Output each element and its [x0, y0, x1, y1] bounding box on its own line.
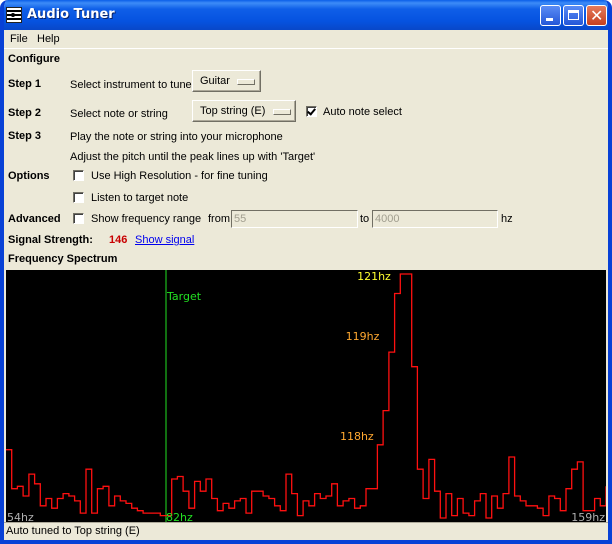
signal-strength-label: Signal Strength:: [8, 234, 93, 246]
status-bar: Auto tuned to Top string (E): [4, 522, 608, 540]
target-freq-label: 82hz: [166, 511, 193, 522]
frequency-spectrum-plot: Target 121hz 119hz 118hz 54hz 82hz 159hz: [6, 270, 606, 522]
status-text: Auto tuned to Top string (E): [6, 525, 140, 537]
max-freq-label: 159hz: [571, 511, 605, 522]
peak-label-118: 118hz: [340, 430, 374, 443]
configure-heading: Configure: [8, 53, 60, 65]
peak-label-121: 121hz: [357, 270, 391, 283]
dropdown-icon: [273, 109, 291, 115]
advanced-label: Advanced: [8, 213, 61, 225]
high-res-checkbox[interactable]: [73, 170, 84, 181]
min-freq-label: 54hz: [7, 511, 34, 522]
peak-label-119: 119hz: [346, 330, 380, 343]
step3-line1: Play the note or string into your microp…: [70, 131, 283, 143]
dropdown-icon: [237, 79, 255, 85]
app-window: Audio Tuner ✕ File Help Configure Step 1…: [0, 0, 612, 544]
instrument-select[interactable]: Guitar: [192, 70, 261, 92]
from-label: from: [208, 213, 230, 225]
minimize-button[interactable]: [540, 5, 561, 26]
high-res-label[interactable]: Use High Resolution - for fine tuning: [91, 170, 268, 182]
auto-note-label[interactable]: Auto note select: [323, 106, 402, 118]
from-field[interactable]: [231, 210, 358, 228]
step2-label: Step 2: [8, 107, 42, 119]
step1-label: Step 1: [8, 78, 42, 90]
target-label: Target: [166, 290, 202, 303]
note-value: Top string (E): [200, 105, 266, 117]
menu-bar: File Help: [4, 30, 608, 49]
show-signal-link[interactable]: Show signal: [135, 234, 194, 246]
window-title: Audio Tuner: [27, 7, 115, 22]
menu-help[interactable]: Help: [37, 33, 60, 45]
signal-strength-value: 146: [109, 234, 128, 246]
maximize-icon: [568, 10, 579, 20]
step3-line2: Adjust the pitch until the peak lines up…: [70, 151, 316, 163]
step2-text: Select note or string: [70, 108, 168, 120]
spectrum-heading: Frequency Spectrum: [8, 253, 118, 265]
options-label: Options: [8, 170, 50, 182]
show-range-label[interactable]: Show frequency range: [91, 213, 201, 225]
to-label: to: [360, 213, 370, 225]
maximize-button[interactable]: [563, 5, 584, 26]
minimize-icon: [546, 18, 553, 21]
step1-text: Select instrument to tune: [70, 79, 192, 91]
show-range-checkbox[interactable]: [73, 213, 84, 224]
to-field[interactable]: [372, 210, 498, 228]
auto-note-checkbox[interactable]: [306, 106, 317, 117]
listen-checkbox[interactable]: [73, 192, 84, 203]
spectrum-trace: [6, 273, 606, 519]
menu-file[interactable]: File: [10, 33, 28, 45]
close-icon: ✕: [590, 6, 604, 25]
hz-unit-label: hz: [501, 213, 513, 225]
spectrum-svg: Target 121hz 119hz 118hz 54hz 82hz 159hz: [6, 270, 606, 522]
music-staff-icon: [6, 7, 22, 23]
listen-label[interactable]: Listen to target note: [91, 192, 188, 204]
note-select[interactable]: Top string (E): [192, 100, 296, 122]
instrument-value: Guitar: [200, 75, 230, 87]
step3-label: Step 3: [8, 130, 42, 142]
title-bar[interactable]: Audio Tuner ✕: [4, 0, 608, 30]
close-button[interactable]: ✕: [586, 5, 607, 26]
